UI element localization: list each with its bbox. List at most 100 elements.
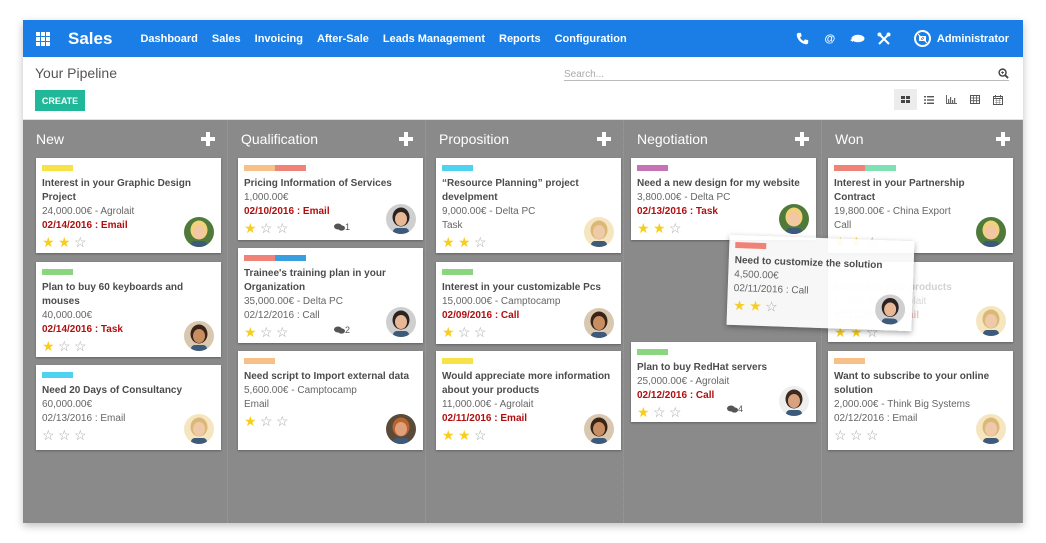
star-icon[interactable]: ★ — [458, 235, 474, 250]
star-icon[interactable]: ☆ — [276, 414, 292, 429]
star-icon[interactable]: ☆ — [58, 339, 74, 354]
star-icon[interactable]: ☆ — [260, 325, 276, 340]
phone-icon[interactable] — [795, 31, 811, 47]
star-icon[interactable]: ★ — [653, 221, 669, 236]
apps-grid-icon[interactable] — [36, 31, 50, 46]
assignee-avatar[interactable] — [184, 414, 214, 444]
star-icon[interactable]: ☆ — [58, 428, 74, 443]
star-icon[interactable]: ★ — [58, 235, 74, 250]
kanban-card[interactable]: Want to subscribe to your online solutio… — [828, 351, 1013, 450]
kanban-card[interactable]: Interest in your customizable Pcs 15,000.… — [436, 262, 621, 344]
card-title: Plan to buy RedHat servers — [637, 362, 768, 373]
assignee-avatar[interactable] — [584, 308, 614, 338]
star-icon[interactable]: ☆ — [474, 428, 490, 443]
kanban-card[interactable]: “Resource Planning” project develpment 9,… — [436, 158, 621, 253]
star-icon[interactable]: ☆ — [474, 325, 490, 340]
menu-after-sale[interactable]: After-Sale — [317, 33, 369, 45]
kanban-card[interactable]: Need 20 Days of Consultancy 60,000.00€ 02/… — [36, 365, 221, 450]
kanban-card[interactable]: Trainee's training plan in your Organiza… — [238, 248, 423, 343]
star-icon[interactable]: ★ — [442, 428, 458, 443]
star-icon[interactable]: ★ — [244, 325, 260, 340]
assignee-avatar[interactable] — [584, 217, 614, 247]
star-icon[interactable]: ★ — [244, 221, 260, 236]
star-icon[interactable]: ☆ — [42, 428, 58, 443]
star-icon[interactable]: ☆ — [260, 221, 276, 236]
message-count[interactable]: 4 — [727, 404, 743, 414]
star-icon[interactable]: ★ — [244, 414, 260, 429]
add-card-icon[interactable] — [201, 132, 215, 146]
search-input[interactable] — [564, 69, 984, 80]
create-button[interactable]: CREATE — [35, 90, 85, 111]
menu-leads-management[interactable]: Leads Management — [383, 33, 485, 45]
pivot-view-button[interactable] — [963, 89, 986, 110]
assignee-avatar[interactable] — [779, 386, 809, 416]
add-card-icon[interactable] — [996, 132, 1010, 146]
assignee-avatar[interactable] — [184, 321, 214, 351]
star-icon[interactable]: ★ — [733, 297, 750, 314]
star-icon[interactable]: ☆ — [74, 428, 90, 443]
add-card-icon[interactable] — [795, 132, 809, 146]
assignee-avatar[interactable] — [584, 414, 614, 444]
star-icon[interactable]: ☆ — [458, 325, 474, 340]
kanban-card[interactable]: Pricing Information of Services 1,000.00€… — [238, 158, 423, 240]
menu-sales[interactable]: Sales — [212, 33, 241, 45]
assignee-avatar[interactable] — [386, 307, 416, 337]
search-icon[interactable] — [998, 66, 1009, 84]
tools-icon[interactable] — [876, 31, 892, 47]
star-icon[interactable]: ★ — [637, 221, 653, 236]
star-icon[interactable]: ★ — [442, 235, 458, 250]
kanban-card[interactable]: Plan to buy 60 keyboards and mouses 40,00… — [36, 262, 221, 357]
list-view-button[interactable] — [917, 89, 940, 110]
add-card-icon[interactable] — [597, 132, 611, 146]
menu-reports[interactable]: Reports — [499, 33, 541, 45]
menu-invoicing[interactable]: Invoicing — [255, 33, 303, 45]
calendar-view-button[interactable] — [986, 89, 1009, 110]
menu-dashboard[interactable]: Dashboard — [140, 33, 197, 45]
star-icon[interactable]: ☆ — [834, 428, 850, 443]
assignee-avatar[interactable] — [874, 293, 906, 325]
kanban-card[interactable]: Would appreciate more information about … — [436, 351, 621, 450]
star-icon[interactable]: ☆ — [866, 428, 882, 443]
chat-icon[interactable] — [849, 31, 865, 47]
user-menu[interactable]: Administrator — [913, 30, 1009, 47]
kanban-column-new: New Interest in your Graphic Design Proje… — [23, 120, 228, 523]
star-icon[interactable]: ☆ — [260, 414, 276, 429]
star-icon[interactable]: ☆ — [474, 235, 490, 250]
assignee-avatar[interactable] — [976, 217, 1006, 247]
star-icon[interactable]: ★ — [442, 325, 458, 340]
message-count[interactable]: 2 — [334, 325, 350, 335]
assignee-avatar[interactable] — [976, 306, 1006, 336]
star-icon[interactable]: ★ — [637, 405, 653, 420]
star-icon[interactable]: ★ — [749, 298, 766, 315]
star-icon[interactable]: ☆ — [765, 298, 782, 315]
assignee-avatar[interactable] — [976, 414, 1006, 444]
kanban-card[interactable]: Need script to Import external data 5,600… — [238, 351, 423, 450]
card-amount: 2,000.00€ - Think Big Systems — [834, 399, 970, 410]
assignee-avatar[interactable] — [184, 217, 214, 247]
kanban-card[interactable]: Interest in your Graphic Design Project 2… — [36, 158, 221, 253]
star-icon[interactable]: ☆ — [653, 405, 669, 420]
star-icon[interactable]: ★ — [458, 428, 474, 443]
star-icon[interactable]: ★ — [42, 339, 58, 354]
card-title: Trainee's training plan in your Organiza… — [244, 268, 386, 293]
assignee-avatar[interactable] — [386, 414, 416, 444]
star-icon[interactable]: ☆ — [850, 428, 866, 443]
at-icon[interactable]: @ — [822, 31, 838, 47]
kanban-card[interactable]: Need a new design for my website 3,800.00… — [631, 158, 816, 240]
graph-view-button[interactable] — [940, 89, 963, 110]
star-icon[interactable]: ☆ — [74, 235, 90, 250]
kanban-card[interactable]: Plan to buy RedHat servers 25,000.00€ - A… — [631, 342, 816, 422]
star-icon[interactable]: ☆ — [74, 339, 90, 354]
star-icon[interactable]: ☆ — [276, 325, 292, 340]
star-icon[interactable]: ★ — [42, 235, 58, 250]
dragged-card[interactable]: Need to customize the solution 4,500.00€ 0… — [726, 234, 915, 332]
star-icon[interactable]: ☆ — [669, 221, 685, 236]
assignee-avatar[interactable] — [386, 204, 416, 234]
add-card-icon[interactable] — [399, 132, 413, 146]
kanban-view-button[interactable] — [894, 89, 917, 110]
star-icon[interactable]: ☆ — [276, 221, 292, 236]
menu-configuration[interactable]: Configuration — [555, 33, 627, 45]
message-count[interactable]: 1 — [334, 222, 350, 232]
assignee-avatar[interactable] — [779, 204, 809, 234]
star-icon[interactable]: ☆ — [669, 405, 685, 420]
